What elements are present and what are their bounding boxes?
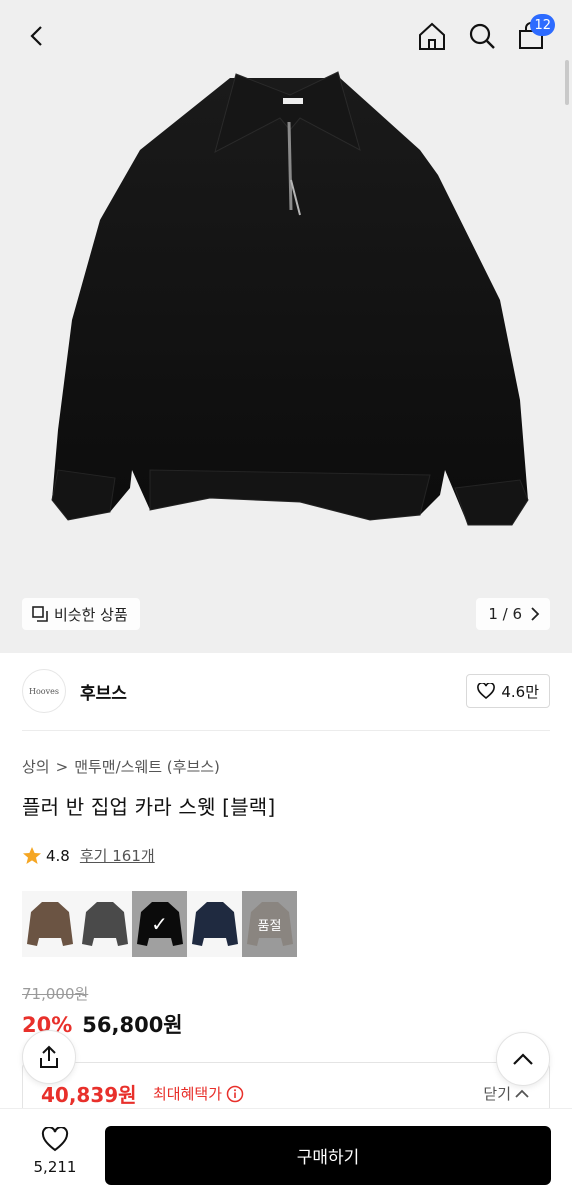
wishlist-button[interactable]: 5,211 bbox=[20, 1127, 90, 1176]
heart-icon bbox=[477, 683, 496, 699]
original-price: 71,000원 bbox=[22, 985, 89, 1003]
home-icon bbox=[419, 22, 445, 50]
scrollbar[interactable] bbox=[565, 60, 569, 105]
swatch-brown[interactable] bbox=[22, 891, 77, 957]
home-button[interactable] bbox=[412, 16, 452, 56]
breadcrumb: 상의 > 맨투맨/스웨트 (후브스) bbox=[22, 756, 220, 777]
heart-icon bbox=[41, 1127, 69, 1152]
info-icon[interactable] bbox=[226, 1085, 244, 1103]
breadcrumb-separator: > bbox=[55, 757, 69, 776]
brand-name[interactable]: 후브스 bbox=[80, 679, 127, 704]
chevron-left-icon bbox=[30, 26, 42, 46]
max-benefit-price: 40,839원 bbox=[41, 1083, 137, 1107]
search-icon bbox=[469, 23, 495, 49]
sweatshirt-thumbnail bbox=[26, 902, 73, 946]
back-button[interactable] bbox=[18, 16, 58, 56]
divider bbox=[22, 730, 550, 731]
color-swatches: ✓ 품절 bbox=[22, 891, 297, 957]
swatch-gray-soldout[interactable]: 품절 bbox=[242, 891, 297, 957]
chevron-right-icon bbox=[531, 607, 540, 621]
product-image-gallery[interactable]: 12 비슷한 상품 1 / 6 bbox=[0, 0, 572, 653]
copy-icon bbox=[32, 606, 48, 622]
product-title: 플러 반 집업 카라 스웻 [블랙] bbox=[22, 795, 276, 819]
rating-row: 4.8 후기 161개 bbox=[22, 845, 155, 866]
scroll-top-button[interactable] bbox=[496, 1032, 550, 1086]
sweatshirt-thumbnail bbox=[191, 902, 238, 946]
cart-count-badge: 12 bbox=[530, 14, 555, 36]
similar-products-label: 비슷한 상품 bbox=[54, 605, 128, 624]
brand-like-button[interactable]: 4.6만 bbox=[466, 674, 550, 708]
sale-price: 56,800원 bbox=[82, 1013, 183, 1037]
brand-row: Hooves 후브스 4.6만 bbox=[22, 668, 550, 714]
chevron-up-icon bbox=[513, 1053, 533, 1065]
brand-logo[interactable]: Hooves bbox=[22, 669, 66, 713]
share-button[interactable] bbox=[22, 1030, 76, 1084]
sweatshirt-thumbnail bbox=[81, 902, 128, 946]
benefit-close-button[interactable]: 닫기 bbox=[483, 1083, 529, 1104]
chevron-up-icon bbox=[515, 1089, 529, 1098]
swatch-charcoal[interactable] bbox=[77, 891, 132, 957]
breadcrumb-subcategory[interactable]: 맨투맨/스웨트 (후브스) bbox=[74, 756, 220, 777]
bottom-action-bar: 5,211 구매하기 bbox=[0, 1108, 572, 1200]
similar-products-button[interactable]: 비슷한 상품 bbox=[22, 598, 140, 630]
max-benefit-label: 최대혜택가 bbox=[153, 1083, 244, 1104]
breadcrumb-category[interactable]: 상의 bbox=[22, 756, 50, 777]
pager-text: 1 / 6 bbox=[488, 605, 522, 623]
image-pager[interactable]: 1 / 6 bbox=[476, 598, 550, 630]
product-image bbox=[51, 71, 529, 526]
rating-value: 4.8 bbox=[46, 846, 70, 865]
soldout-label: 품절 bbox=[257, 918, 282, 934]
brand-like-count: 4.6만 bbox=[501, 682, 539, 701]
search-button[interactable] bbox=[462, 16, 502, 56]
wishlist-count: 5,211 bbox=[33, 1158, 77, 1176]
cart-button[interactable]: 12 bbox=[511, 14, 555, 56]
reviews-link[interactable]: 후기 161개 bbox=[80, 845, 155, 866]
swatch-black-selected[interactable]: ✓ bbox=[132, 891, 187, 957]
swatch-navy[interactable] bbox=[187, 891, 242, 957]
buy-button[interactable]: 구매하기 bbox=[105, 1126, 551, 1185]
share-icon bbox=[40, 1045, 58, 1068]
check-icon: ✓ bbox=[151, 912, 168, 936]
star-icon bbox=[23, 846, 41, 864]
